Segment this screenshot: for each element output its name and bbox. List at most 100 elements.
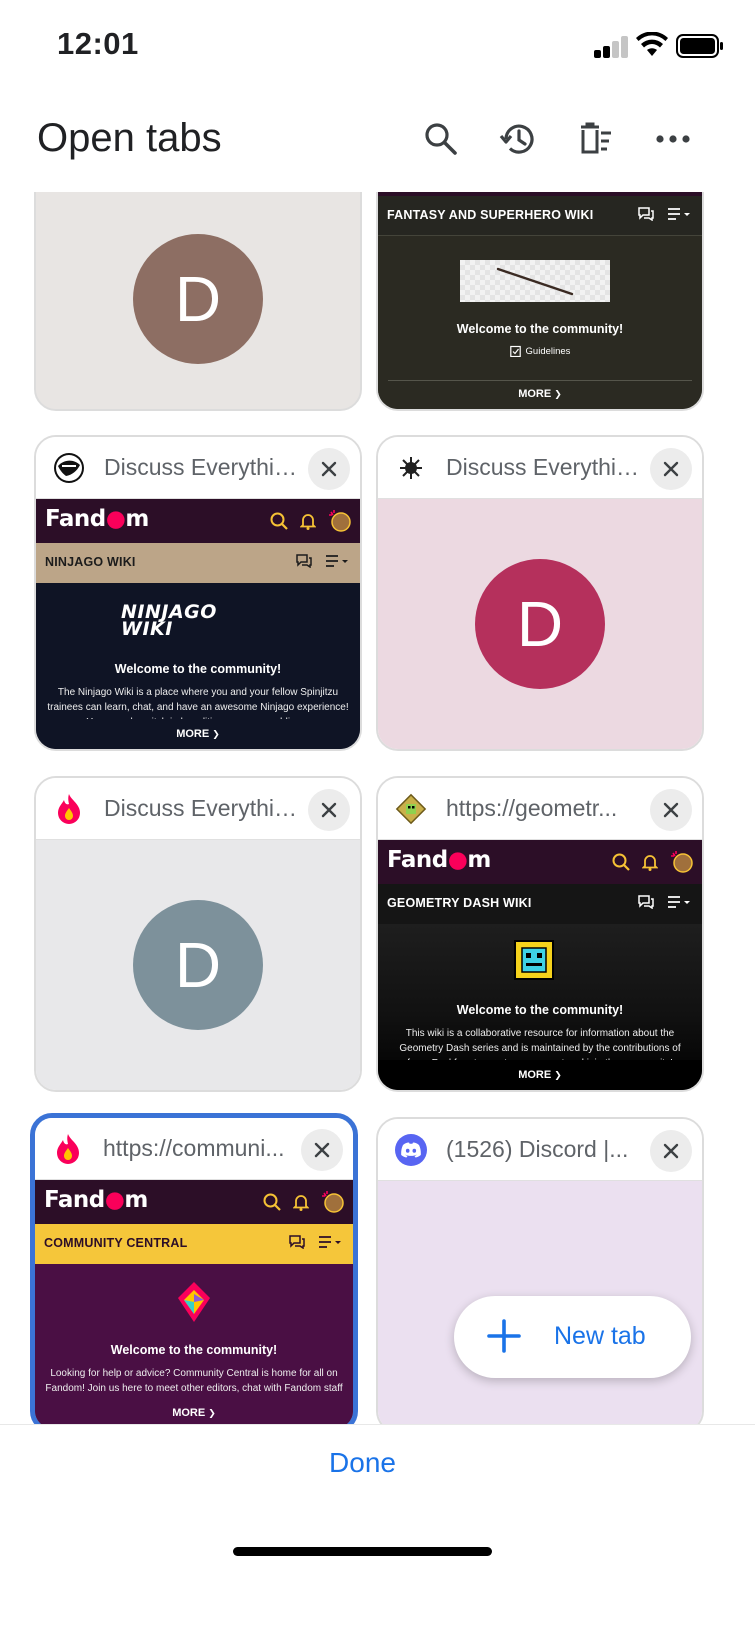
bell-icon bbox=[300, 514, 316, 530]
tab-grid: D FANTASY AND SUPERHERO WIKI Welcome to … bbox=[0, 192, 755, 1480]
avatar: D bbox=[475, 559, 605, 689]
close-tab-button[interactable] bbox=[301, 1129, 343, 1171]
wiki-description: Looking for help or advice? Community Ce… bbox=[45, 1368, 343, 1402]
welcome-heading: Welcome to the community! bbox=[110, 1343, 278, 1357]
bell-icon bbox=[293, 1195, 309, 1211]
close-tab-button[interactable] bbox=[650, 1130, 692, 1172]
search-icon bbox=[270, 512, 288, 530]
discussions-icon bbox=[289, 1235, 305, 1249]
wiki-logo: NINJAGO WIKI bbox=[121, 601, 217, 640]
tab-thumbnail: FANTASY AND SUPERHERO WIKI Welcome to th… bbox=[378, 192, 702, 409]
fandom-logo: Fand●m bbox=[44, 1187, 148, 1213]
wiki-description: The Ninjago Wiki is a place where you an… bbox=[47, 687, 349, 721]
discussions-icon bbox=[638, 207, 654, 221]
fandom-bar: Fand●m bbox=[36, 499, 360, 543]
status-bar: 12:01 bbox=[0, 0, 755, 92]
tab-card[interactable]: Discuss Everything... D bbox=[34, 776, 362, 1092]
fandom-logo: Fand●m bbox=[387, 847, 491, 873]
tab-thumbnail: D bbox=[36, 840, 360, 1090]
close-tab-button[interactable] bbox=[308, 789, 350, 831]
geometry-dash-favicon-icon bbox=[394, 792, 428, 826]
tab-card[interactable]: FANTASY AND SUPERHERO WIKI Welcome to th… bbox=[376, 192, 704, 411]
tab-title: Discuss Everything... bbox=[446, 454, 642, 480]
checklist-icon bbox=[509, 345, 521, 357]
tab-card[interactable]: D bbox=[34, 192, 362, 411]
tab-thumbnail: Fand●m COMMUNITY CENTRAL Welcome to the … bbox=[35, 1180, 353, 1428]
wiki-name: COMMUNITY CENTRAL bbox=[44, 1236, 188, 1250]
menu-icon bbox=[668, 896, 690, 908]
tab-card-header: https://communi... bbox=[35, 1118, 353, 1180]
tab-card-header: https://geometr... bbox=[378, 778, 702, 840]
tab-card[interactable]: Discuss Everything... D bbox=[376, 435, 704, 751]
fandom-logo: Fand●m bbox=[45, 506, 149, 532]
tab-thumbnail: D bbox=[36, 192, 360, 409]
close-tab-button[interactable] bbox=[650, 789, 692, 831]
battery-icon bbox=[676, 34, 723, 58]
search-icon bbox=[263, 1193, 281, 1211]
wiki-bar: FANTASY AND SUPERHERO WIKI bbox=[378, 196, 702, 236]
bottom-bar: Done bbox=[0, 1424, 755, 1634]
plus-icon bbox=[487, 1319, 521, 1353]
avatar-icon bbox=[329, 510, 351, 532]
tab-thumbnail: D bbox=[378, 499, 702, 749]
tab-thumbnail: Fand●m GEOMETRY DASH WIKI Welcome to the… bbox=[378, 840, 702, 1090]
community-central-logo-icon bbox=[178, 1282, 210, 1322]
wifi-icon bbox=[636, 32, 668, 56]
bell-icon bbox=[642, 855, 658, 871]
close-icon bbox=[663, 802, 679, 818]
close-icon bbox=[321, 461, 337, 477]
search-tabs-button[interactable] bbox=[416, 114, 466, 164]
geometry-dash-cube-icon bbox=[514, 940, 554, 980]
tab-card-header: Discuss Everything... bbox=[378, 437, 702, 499]
tab-card[interactable]: https://geometr... Fand●m GEOMETRY DASH … bbox=[376, 776, 704, 1092]
delete-all-icon bbox=[581, 122, 611, 154]
tab-thumbnail: Fand●m NINJAGO WIKI NINJAGO WIKI Welcome… bbox=[36, 499, 360, 749]
more-horizontal-icon bbox=[656, 135, 690, 143]
new-tab-button[interactable]: New tab bbox=[454, 1296, 691, 1378]
avatar: D bbox=[133, 234, 263, 365]
close-icon bbox=[663, 461, 679, 477]
close-all-tabs-button[interactable] bbox=[570, 114, 620, 164]
guidelines-label: Guidelines bbox=[525, 345, 571, 357]
discord-favicon-icon bbox=[394, 1133, 428, 1167]
wiki-bar: COMMUNITY CENTRAL bbox=[35, 1224, 353, 1264]
new-tab-label: New tab bbox=[554, 1322, 646, 1350]
close-icon bbox=[314, 1142, 330, 1158]
menu-icon bbox=[326, 555, 348, 567]
tab-switcher-header: Open tabs bbox=[0, 92, 755, 192]
wiki-bar: NINJAGO WIKI bbox=[36, 543, 360, 583]
fandom-bar: Fand●m bbox=[378, 840, 702, 884]
status-time: 12:01 bbox=[57, 26, 139, 61]
wiki-description: This wiki is a collaborative resource fo… bbox=[399, 1028, 681, 1062]
tab-card-selected[interactable]: https://communi... Fand●m COMMUNITY CENT… bbox=[30, 1113, 358, 1433]
tab-card-header: Discuss Everything... bbox=[36, 778, 360, 840]
more-label: MORE ❯ bbox=[378, 1060, 702, 1090]
done-button[interactable]: Done bbox=[0, 1447, 725, 1479]
more-label: MORE ❯ bbox=[518, 388, 562, 400]
page-title: Open tabs bbox=[37, 116, 222, 160]
tab-title: https://communi... bbox=[103, 1135, 285, 1161]
welcome-heading: Welcome to the community! bbox=[456, 322, 624, 336]
tab-title: (1526) Discord |... bbox=[446, 1136, 629, 1162]
recent-tabs-button[interactable] bbox=[494, 114, 544, 164]
wiki-name: FANTASY AND SUPERHERO WIKI bbox=[387, 208, 594, 222]
fandom-favicon-icon bbox=[52, 792, 86, 826]
ninjago-favicon-icon bbox=[52, 451, 86, 485]
tab-title: https://geometr... bbox=[446, 795, 618, 821]
discussions-icon bbox=[638, 895, 654, 909]
tab-card-header: Discuss Everything... bbox=[36, 437, 360, 499]
menu-icon bbox=[668, 208, 690, 220]
more-label: MORE ❯ bbox=[36, 719, 360, 749]
wiki-name: GEOMETRY DASH WIKI bbox=[387, 896, 532, 910]
search-icon bbox=[612, 853, 630, 871]
close-tab-button[interactable] bbox=[308, 448, 350, 490]
virus-favicon-icon bbox=[394, 451, 428, 485]
more-options-button[interactable] bbox=[648, 114, 698, 164]
discussions-icon bbox=[296, 554, 312, 568]
close-tab-button[interactable] bbox=[650, 448, 692, 490]
close-icon bbox=[663, 1143, 679, 1159]
tab-card[interactable]: (1526) Discord |... bbox=[376, 1117, 704, 1433]
tab-card[interactable]: Discuss Everything... Fand●m NINJAGO WIK… bbox=[34, 435, 362, 751]
avatar-icon bbox=[671, 851, 693, 873]
history-icon bbox=[499, 124, 534, 154]
